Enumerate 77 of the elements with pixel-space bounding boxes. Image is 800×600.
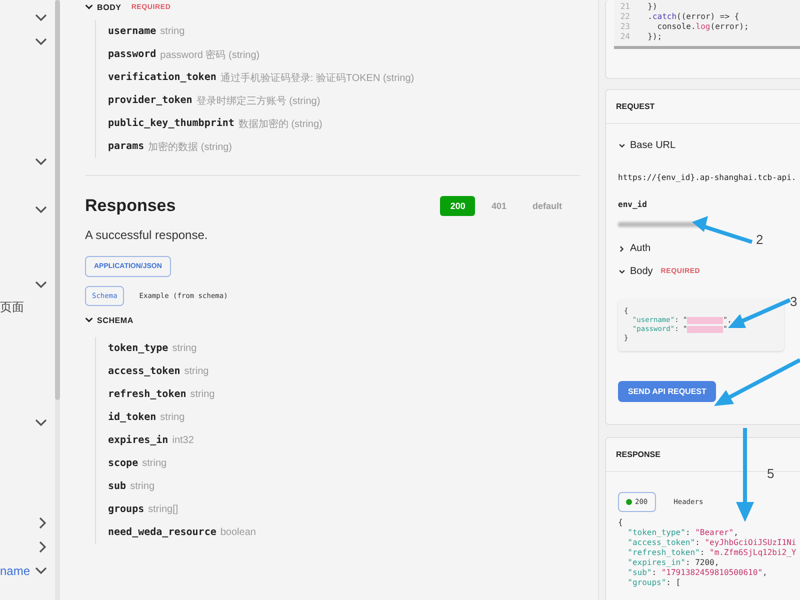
chevron-down-icon[interactable] bbox=[85, 4, 93, 11]
code-line: "sub": "1791382459810500610", bbox=[626, 568, 768, 578]
code-line: .catch((error) => { bbox=[646, 12, 740, 22]
field-type: 通过手机验证码登录: 验证码TOKEN (string) bbox=[220, 72, 414, 84]
chevron-down-icon[interactable] bbox=[618, 268, 626, 276]
annotation-arrow bbox=[692, 216, 753, 244]
code-line: "groups": [ bbox=[626, 578, 682, 588]
field-type: string bbox=[160, 26, 185, 37]
param-name: env_id bbox=[618, 200, 648, 209]
field-name: scope bbox=[108, 458, 138, 469]
chevron-right-icon[interactable] bbox=[618, 244, 626, 252]
chevron-down-icon[interactable] bbox=[85, 317, 93, 324]
field-name: verification_token bbox=[108, 72, 216, 83]
code-line: { bbox=[618, 518, 624, 528]
field-type: string bbox=[130, 481, 155, 492]
field-name: password bbox=[108, 49, 156, 60]
sidebar-item[interactable]: 页面 bbox=[0, 298, 24, 316]
chevron-down-icon[interactable] bbox=[35, 206, 47, 214]
field-type: 登录时绑定三方账号 (string) bbox=[196, 94, 320, 108]
chevron-down-icon[interactable] bbox=[35, 38, 47, 46]
field-name: refresh_token bbox=[108, 389, 186, 400]
redacted-value bbox=[687, 326, 724, 333]
chevron-down-icon[interactable] bbox=[35, 14, 47, 22]
field-type: string bbox=[190, 389, 215, 400]
field-name: groups bbox=[108, 504, 144, 515]
line-number: 24 bbox=[619, 32, 630, 42]
section-title: SCHEMA bbox=[97, 316, 134, 325]
chevron-down-icon[interactable] bbox=[35, 158, 47, 166]
code-line: }); bbox=[646, 32, 662, 42]
code-line: "access_token": "eyJhbGciOiJSUzI1Ni bbox=[626, 538, 798, 548]
field-type: string bbox=[172, 343, 197, 354]
field-name: token_type bbox=[108, 343, 168, 354]
code-line: "expires_in": 7200, bbox=[626, 558, 720, 568]
accordion-label[interactable]: Auth bbox=[630, 243, 651, 254]
field-name: access_token bbox=[108, 366, 180, 377]
field-name: id_token bbox=[108, 412, 156, 423]
chevron-right-icon[interactable] bbox=[39, 517, 47, 529]
field-type: 加密的数据 (string) bbox=[148, 140, 232, 154]
field-name: params bbox=[108, 141, 144, 152]
field-type: int32 bbox=[172, 435, 194, 446]
code-line: console.log(error); bbox=[656, 22, 749, 32]
field-type: string bbox=[184, 366, 209, 377]
field-type: 数据加密的 (string) bbox=[238, 118, 322, 130]
field-type: string[] bbox=[148, 504, 178, 515]
line-number: 23 bbox=[619, 22, 630, 32]
chevron-down-icon[interactable] bbox=[35, 281, 47, 289]
field-name: provider_token bbox=[108, 95, 192, 106]
field-type: string bbox=[160, 412, 185, 423]
field-type: password 密码 (string) bbox=[160, 48, 260, 62]
line-number: 22 bbox=[619, 12, 630, 22]
field-name: sub bbox=[108, 481, 126, 492]
chevron-right-icon[interactable] bbox=[39, 541, 47, 553]
field-name: public_key_thumbprint bbox=[108, 118, 234, 129]
base-url-text: https://{env_id}.ap-shanghai.tcb-api. bbox=[618, 173, 798, 182]
field-type: boolean bbox=[220, 527, 256, 538]
field-type: string bbox=[142, 458, 167, 469]
sidebar-item[interactable]: name bbox=[0, 564, 30, 578]
annotation-number: 2 bbox=[756, 232, 764, 247]
accordion-label[interactable]: Base URL bbox=[630, 140, 676, 151]
code-line: }) bbox=[646, 2, 658, 12]
code-line: "token_type": "Bearer", bbox=[626, 528, 740, 538]
field-name: need_weda_resource bbox=[108, 527, 216, 538]
section-title: BODY bbox=[97, 3, 122, 12]
code-line: "refresh_token": "m.Zfm6SjLq12bi2_Y bbox=[626, 548, 798, 558]
field-name: username bbox=[108, 26, 156, 37]
response-description: A successful response. bbox=[85, 228, 209, 242]
card-title: REQUEST bbox=[606, 90, 800, 124]
accordion-label[interactable]: Body bbox=[630, 266, 653, 277]
send-request-button[interactable]: SEND API REQUEST bbox=[618, 381, 716, 402]
responses-heading: Responses bbox=[85, 196, 176, 216]
chevron-down-icon[interactable] bbox=[35, 419, 47, 427]
chevron-down-icon[interactable] bbox=[35, 567, 47, 575]
redacted-value bbox=[687, 317, 724, 324]
chevron-down-icon[interactable] bbox=[618, 142, 626, 150]
field-name: expires_in bbox=[108, 435, 168, 446]
line-number: 21 bbox=[619, 2, 630, 12]
annotation-number: 3 bbox=[790, 294, 798, 309]
